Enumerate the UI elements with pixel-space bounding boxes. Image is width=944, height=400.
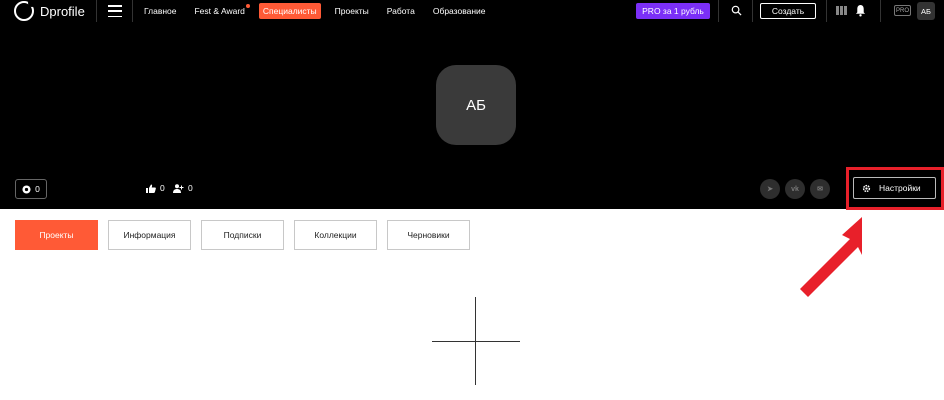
divider [826, 0, 827, 22]
user-avatar[interactable]: АБ [917, 2, 935, 20]
tab-info[interactable]: Информация [108, 220, 191, 250]
mail-icon[interactable]: ✉ [810, 179, 830, 199]
tab-subscriptions[interactable]: Подписки [201, 220, 284, 250]
gear-icon [862, 184, 871, 192]
followers-count: 0 [188, 183, 193, 193]
thumbs-up-icon [146, 184, 156, 193]
new-dot-icon [245, 4, 250, 8]
divider [752, 0, 753, 22]
divider [96, 0, 97, 22]
divider [880, 0, 881, 22]
nav-item-fest-award[interactable]: Fest & Award [190, 3, 250, 19]
rating-count: 0 [35, 184, 40, 194]
nav-item-jobs[interactable]: Работа [383, 3, 419, 19]
search-icon[interactable] [731, 5, 742, 16]
settings-label: Настройки [879, 183, 921, 193]
nav-item-education[interactable]: Образование [429, 3, 490, 19]
rating-button[interactable]: 0 [15, 179, 47, 199]
logo[interactable]: Dprofile [14, 0, 85, 22]
settings-button[interactable]: Настройки [853, 177, 936, 199]
tab-drafts[interactable]: Черновики [387, 220, 470, 250]
vk-icon[interactable]: vk [785, 179, 805, 199]
main-nav: Главное Fest & Award Специалисты Проекты… [140, 0, 500, 22]
tab-projects[interactable]: Проекты [15, 220, 98, 250]
divider [718, 0, 719, 22]
likes-stat: 0 [146, 183, 165, 193]
menu-icon[interactable] [108, 5, 122, 17]
logo-text: Dprofile [40, 3, 85, 19]
divider [132, 0, 133, 22]
followers-icon [173, 183, 184, 193]
stats-icon[interactable] [836, 6, 848, 15]
followers-stat: 0 [173, 183, 193, 193]
profile-tabs: Проекты Информация Подписки Коллекции Че… [15, 220, 470, 250]
annotation-arrow [800, 217, 862, 297]
telegram-icon[interactable]: ➤ [760, 179, 780, 199]
pro-badge: PRO [894, 5, 911, 16]
nav-item-main[interactable]: Главное [140, 3, 180, 19]
nav-item-specialists[interactable]: Специалисты [258, 3, 321, 19]
pro-button[interactable]: PRO за 1 рубль [636, 3, 710, 19]
tab-collections[interactable]: Коллекции [294, 220, 377, 250]
bell-icon[interactable] [855, 4, 866, 17]
logo-icon [14, 0, 36, 21]
top-bar: Dprofile Главное Fest & Award Специалист… [0, 0, 944, 22]
star-badge-icon [22, 184, 31, 194]
profile-cover: АБ 0 0 0 ➤ vk ✉ Настройки [0, 22, 944, 210]
create-button[interactable]: Создать [760, 3, 816, 19]
nav-item-projects[interactable]: Проекты [331, 3, 373, 19]
profile-avatar[interactable]: АБ [436, 65, 516, 145]
likes-count: 0 [160, 183, 165, 193]
